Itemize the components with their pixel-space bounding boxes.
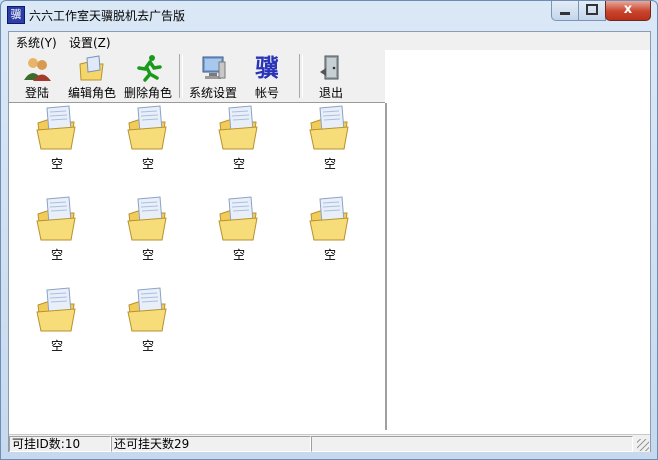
folder-open-icon: [36, 287, 76, 332]
menu-system[interactable]: 系统(Y): [16, 34, 57, 51]
account-icon: 骥: [255, 54, 279, 82]
system-settings-button[interactable]: 系统设置: [185, 52, 241, 100]
role-slot-label: 空: [50, 157, 63, 171]
role-slot-label: 空: [232, 248, 245, 262]
role-slot[interactable]: 空: [27, 287, 87, 359]
role-slot-label: 空: [232, 157, 245, 171]
resize-grip[interactable]: [637, 439, 649, 451]
delete-role-label: 删除角色: [123, 86, 172, 100]
minimize-button[interactable]: [551, 1, 579, 21]
role-slot-label: 空: [141, 339, 154, 353]
role-slot-label: 空: [50, 248, 63, 262]
client-area: 系统(Y) 设置(Z) 登陆 编辑角色 删除角色 系统设置 骥 帐号 退出 空 …: [8, 31, 651, 452]
role-slot-label: 空: [323, 248, 336, 262]
exit-label: 退出: [318, 86, 343, 100]
status-id-count: 可挂ID数:10: [9, 436, 111, 452]
folder-open-icon: [127, 105, 167, 150]
app-icon: 骥: [7, 6, 25, 24]
menu-bar: 系统(Y) 设置(Z): [9, 32, 650, 50]
login-button[interactable]: 登陆: [13, 52, 61, 100]
computer-icon: [202, 56, 226, 79]
folder-open-icon: [127, 287, 167, 332]
role-slot[interactable]: 空: [209, 105, 269, 177]
toolbar-separator: [179, 54, 183, 98]
close-button[interactable]: x: [605, 1, 651, 21]
title-bar[interactable]: 骥 六六工作室天骥脱机去广告版 x: [1, 1, 657, 31]
maximize-icon: [586, 4, 598, 15]
role-slot[interactable]: 空: [209, 196, 269, 268]
role-slot[interactable]: 空: [27, 105, 87, 177]
detail-pane: [387, 50, 650, 430]
login-label: 登陆: [24, 86, 49, 100]
folder-open-icon: [36, 105, 76, 150]
edit-role-button[interactable]: 编辑角色: [65, 52, 119, 100]
system-settings-label: 系统设置: [188, 86, 237, 100]
folder-edit-icon: [79, 55, 104, 81]
role-slot-label: 空: [323, 157, 336, 171]
role-slot[interactable]: 空: [300, 105, 360, 177]
toolbar-separator: [299, 54, 303, 98]
role-slot[interactable]: 空: [118, 105, 178, 177]
folder-open-icon: [127, 196, 167, 241]
minimize-icon: [560, 12, 570, 15]
running-man-icon: [137, 55, 162, 82]
app-window: 骥 六六工作室天骥脱机去广告版 x 系统(Y) 设置(Z) 登陆 编辑角色 删除…: [0, 0, 658, 460]
folder-open-icon: [309, 196, 349, 241]
role-slot-pane: 空 空 空 空 空 空 空 空 空 空: [9, 103, 387, 430]
toolbar: 登陆 编辑角色 删除角色 系统设置 骥 帐号 退出: [9, 50, 385, 104]
account-button[interactable]: 骥 帐号: [245, 52, 289, 100]
window-title: 六六工作室天骥脱机去广告版: [29, 9, 186, 23]
role-slot[interactable]: 空: [300, 196, 360, 268]
maximize-button[interactable]: [578, 1, 606, 21]
role-slot[interactable]: 空: [118, 287, 178, 359]
status-days-left: 还可挂天数29: [111, 436, 311, 452]
role-slot[interactable]: 空: [118, 196, 178, 268]
users-icon: [24, 58, 51, 81]
folder-open-icon: [36, 196, 76, 241]
exit-button[interactable]: 退出: [309, 52, 353, 100]
menu-settings[interactable]: 设置(Z): [69, 34, 111, 51]
folder-open-icon: [218, 105, 258, 150]
role-slot-label: 空: [50, 339, 63, 353]
edit-role-label: 编辑角色: [67, 86, 116, 100]
folder-open-icon: [309, 105, 349, 150]
role-slot-label: 空: [141, 248, 154, 262]
status-bar: 可挂ID数:10 还可挂天数29: [9, 434, 650, 452]
account-label: 帐号: [254, 86, 279, 100]
role-slot-label: 空: [141, 157, 154, 171]
status-cell-3: [311, 436, 633, 452]
role-slot[interactable]: 空: [27, 196, 87, 268]
folder-open-icon: [218, 196, 258, 241]
exit-door-icon: [320, 55, 339, 80]
delete-role-button[interactable]: 删除角色: [121, 52, 175, 100]
